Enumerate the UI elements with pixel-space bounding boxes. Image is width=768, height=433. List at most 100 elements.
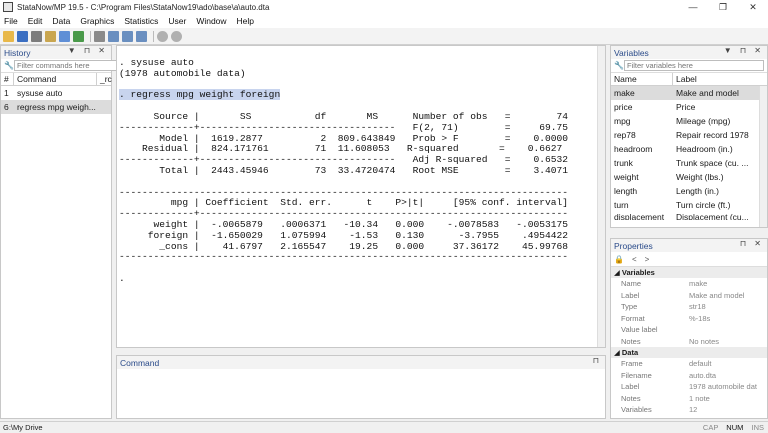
menu-help[interactable]: Help: [237, 16, 254, 26]
history-col-num[interactable]: #: [1, 72, 14, 86]
results-output: . sysuse auto (1978 automobile data) . r…: [119, 57, 569, 285]
variable-row[interactable]: make Make and model: [611, 86, 767, 100]
command-panel-controls[interactable]: ⊓: [593, 356, 602, 365]
coef-row-foreign: foreign | -1.650029 1.075994 -1.53 0.130…: [119, 229, 569, 241]
data-browser-icon[interactable]: [122, 30, 133, 42]
variable-row[interactable]: length Length (in.): [611, 184, 767, 198]
results-line: Residual | 824.171761 71 11.608053 R-squ…: [119, 143, 563, 155]
data-editor-icon[interactable]: [108, 30, 119, 42]
variable-row[interactable]: headroom Headroom (in.): [611, 142, 767, 156]
window-title: StataNow/MP 19.5 - C:\Program Files\Stat…: [17, 2, 270, 12]
variable-row[interactable]: trunk Trunk space (cu. ...: [611, 156, 767, 170]
toolbar: [0, 28, 768, 45]
history-col-rc[interactable]: _rc: [97, 73, 112, 86]
command-header: Command ⊓: [117, 356, 605, 369]
variables-col-label[interactable]: Label: [673, 73, 759, 86]
menu-edit[interactable]: Edit: [28, 16, 43, 26]
variables-filter-input[interactable]: [624, 60, 764, 71]
properties-nav: 🔒 < >: [611, 252, 767, 267]
variable-row[interactable]: displacement Displacement (cu...: [611, 212, 767, 220]
insert-indicator: INS: [751, 423, 764, 432]
history-filter-row: 🔧: [1, 59, 117, 73]
working-directory: G:\My Drive: [3, 422, 43, 432]
menu-data[interactable]: Data: [52, 16, 70, 26]
toolbar-separator: [90, 30, 91, 42]
properties-header: Properties ⊓ ✕: [611, 239, 767, 252]
menu-user[interactable]: User: [168, 16, 186, 26]
properties-title: Properties: [614, 240, 653, 251]
do-file-editor-icon[interactable]: [94, 30, 105, 42]
menu-bar: File Edit Data Graphics Statistics User …: [0, 14, 768, 28]
variable-row[interactable]: price Price: [611, 100, 767, 114]
history-item[interactable]: 1 sysuse auto: [1, 86, 111, 100]
graph-icon[interactable]: [73, 30, 84, 42]
caps-lock-indicator: CAP: [702, 423, 719, 432]
coef-row-weight: weight | -.0065879 .0006371 -10.34 0.000…: [119, 218, 569, 230]
coef-row-cons: _cons | 41.6797 2.165547 19.25 0.000 37.…: [119, 240, 569, 252]
variables-col-name[interactable]: Name: [611, 72, 673, 86]
results-prompt: .: [119, 272, 125, 284]
variables-panel-controls[interactable]: ▼ ⊓ ✕: [724, 46, 764, 55]
highlighted-command: . regress mpg weight foreign: [119, 89, 281, 101]
variable-row[interactable]: mpg Mileage (mpg): [611, 114, 767, 128]
coef-header: mpg | Coefficient Std. err. t P>|t| [95%…: [119, 197, 569, 209]
results-line: -------------+--------------------------…: [119, 154, 569, 166]
close-button[interactable]: ✕: [738, 0, 768, 14]
results-command-splitter[interactable]: [116, 348, 606, 355]
more-icon[interactable]: [157, 30, 168, 42]
minimize-button[interactable]: —: [678, 0, 708, 14]
collapse-icon: ◢: [614, 268, 622, 277]
history-item[interactable]: 6 regress mpg weigh...: [1, 100, 111, 114]
toolbar-separator: [153, 30, 154, 42]
open-icon[interactable]: [3, 30, 14, 42]
results-scrollbar[interactable]: [597, 46, 605, 347]
property-row: Notes No notes: [621, 336, 720, 346]
results-line: Total | 2443.45946 73 33.4720474 Root MS…: [119, 164, 569, 176]
properties-variables-section[interactable]: ◢ Variables: [611, 267, 767, 278]
properties-panel: Properties ⊓ ✕ 🔒 < > ◢ Variables Name mak…: [610, 238, 768, 419]
history-panel-controls[interactable]: ▼ ⊓ ✕: [68, 46, 108, 55]
wrench-icon[interactable]: 🔧: [4, 61, 14, 70]
collapse-icon: ◢: [614, 348, 622, 357]
menu-statistics[interactable]: Statistics: [124, 16, 158, 26]
forward-arrow-icon[interactable]: >: [645, 255, 650, 264]
properties-panel-controls[interactable]: ⊓ ✕: [740, 239, 764, 248]
results-line: ----------------------------------------…: [119, 251, 569, 263]
variables-scrollbar[interactable]: [759, 86, 767, 227]
property-row: Format %-18s: [621, 313, 711, 323]
viewer-icon[interactable]: [59, 30, 70, 42]
variable-row[interactable]: weight Weight (lbs.): [611, 170, 767, 184]
status-bar: G:\My Drive CAP NUM INS: [0, 421, 768, 432]
variables-manager-icon[interactable]: [136, 30, 147, 42]
command-input[interactable]: [117, 369, 605, 418]
variables-title: Variables: [614, 47, 649, 58]
menu-window[interactable]: Window: [196, 16, 226, 26]
log-icon[interactable]: [45, 30, 56, 42]
command-title: Command: [120, 357, 160, 368]
menu-graphics[interactable]: Graphics: [80, 16, 114, 26]
property-row: Type str18: [621, 302, 706, 312]
history-col-command[interactable]: Command: [14, 72, 97, 86]
history-filter-input[interactable]: [13, 60, 117, 71]
property-row: Variables 12: [621, 405, 698, 415]
num-lock-indicator: NUM: [726, 423, 744, 432]
break-icon[interactable]: [171, 30, 182, 42]
wrench-icon[interactable]: 🔧: [614, 61, 624, 70]
variable-row[interactable]: turn Turn circle (ft.): [611, 198, 767, 212]
maximize-button[interactable]: ❐: [708, 0, 738, 14]
save-icon[interactable]: [17, 30, 28, 42]
history-title: History: [4, 47, 31, 58]
properties-data-section[interactable]: ◢ Data: [611, 347, 767, 358]
results-line: (1978 automobile data): [119, 67, 246, 79]
back-arrow-icon[interactable]: <: [632, 255, 637, 264]
print-icon[interactable]: [31, 30, 42, 42]
variable-row[interactable]: rep78 Repair record 1978: [611, 128, 767, 142]
menu-file[interactable]: File: [4, 16, 18, 26]
property-row: Label 1978 automobile dat: [621, 382, 757, 392]
lock-icon[interactable]: 🔒: [614, 255, 624, 264]
results-window[interactable]: . sysuse auto (1978 automobile data) . r…: [116, 45, 606, 348]
results-line: Model | 1619.2877 2 809.643849 Prob > F …: [119, 132, 569, 144]
property-row: Frame default: [621, 359, 712, 369]
results-line: -------------+--------------------------…: [119, 121, 569, 133]
command-panel: Command ⊓: [116, 355, 606, 419]
